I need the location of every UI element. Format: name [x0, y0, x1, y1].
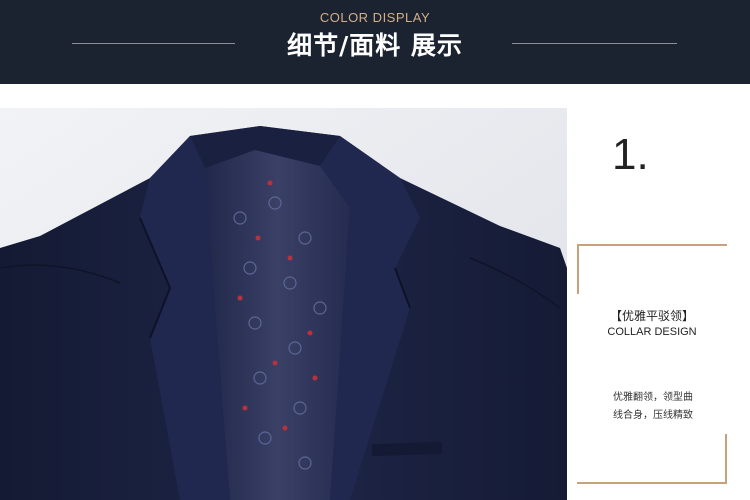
feature-description: 优雅翻领，领型曲 线合身，压线精致 [601, 389, 705, 425]
banner-divider-right [512, 43, 677, 44]
feature-number: 1. [612, 130, 649, 179]
banner-subtitle: COLOR DISPLAY [319, 10, 431, 25]
feature-description-line2: 线合身，压线精致 [613, 410, 693, 421]
card-bottom-border [577, 482, 727, 484]
feature-description-line1: 优雅翻领，领型曲 [613, 392, 693, 403]
jacket-illustration [0, 108, 567, 500]
feature-card: 【优雅平驳领】 COLLAR DESIGN 优雅翻领，领型曲 线合身，压线精致 [577, 244, 727, 484]
card-right-accent [725, 434, 727, 484]
feature-title: 【优雅平驳领】 [609, 309, 694, 323]
card-left-accent [577, 244, 579, 294]
collar-detail-photo [0, 108, 567, 500]
banner-title: 细节/面料 展示 [287, 31, 463, 60]
header-banner: COLOR DISPLAY 细节/面料 展示 [0, 0, 750, 84]
card-top-border [577, 244, 727, 246]
feature-subtitle: COLLAR DESIGN [607, 326, 697, 338]
